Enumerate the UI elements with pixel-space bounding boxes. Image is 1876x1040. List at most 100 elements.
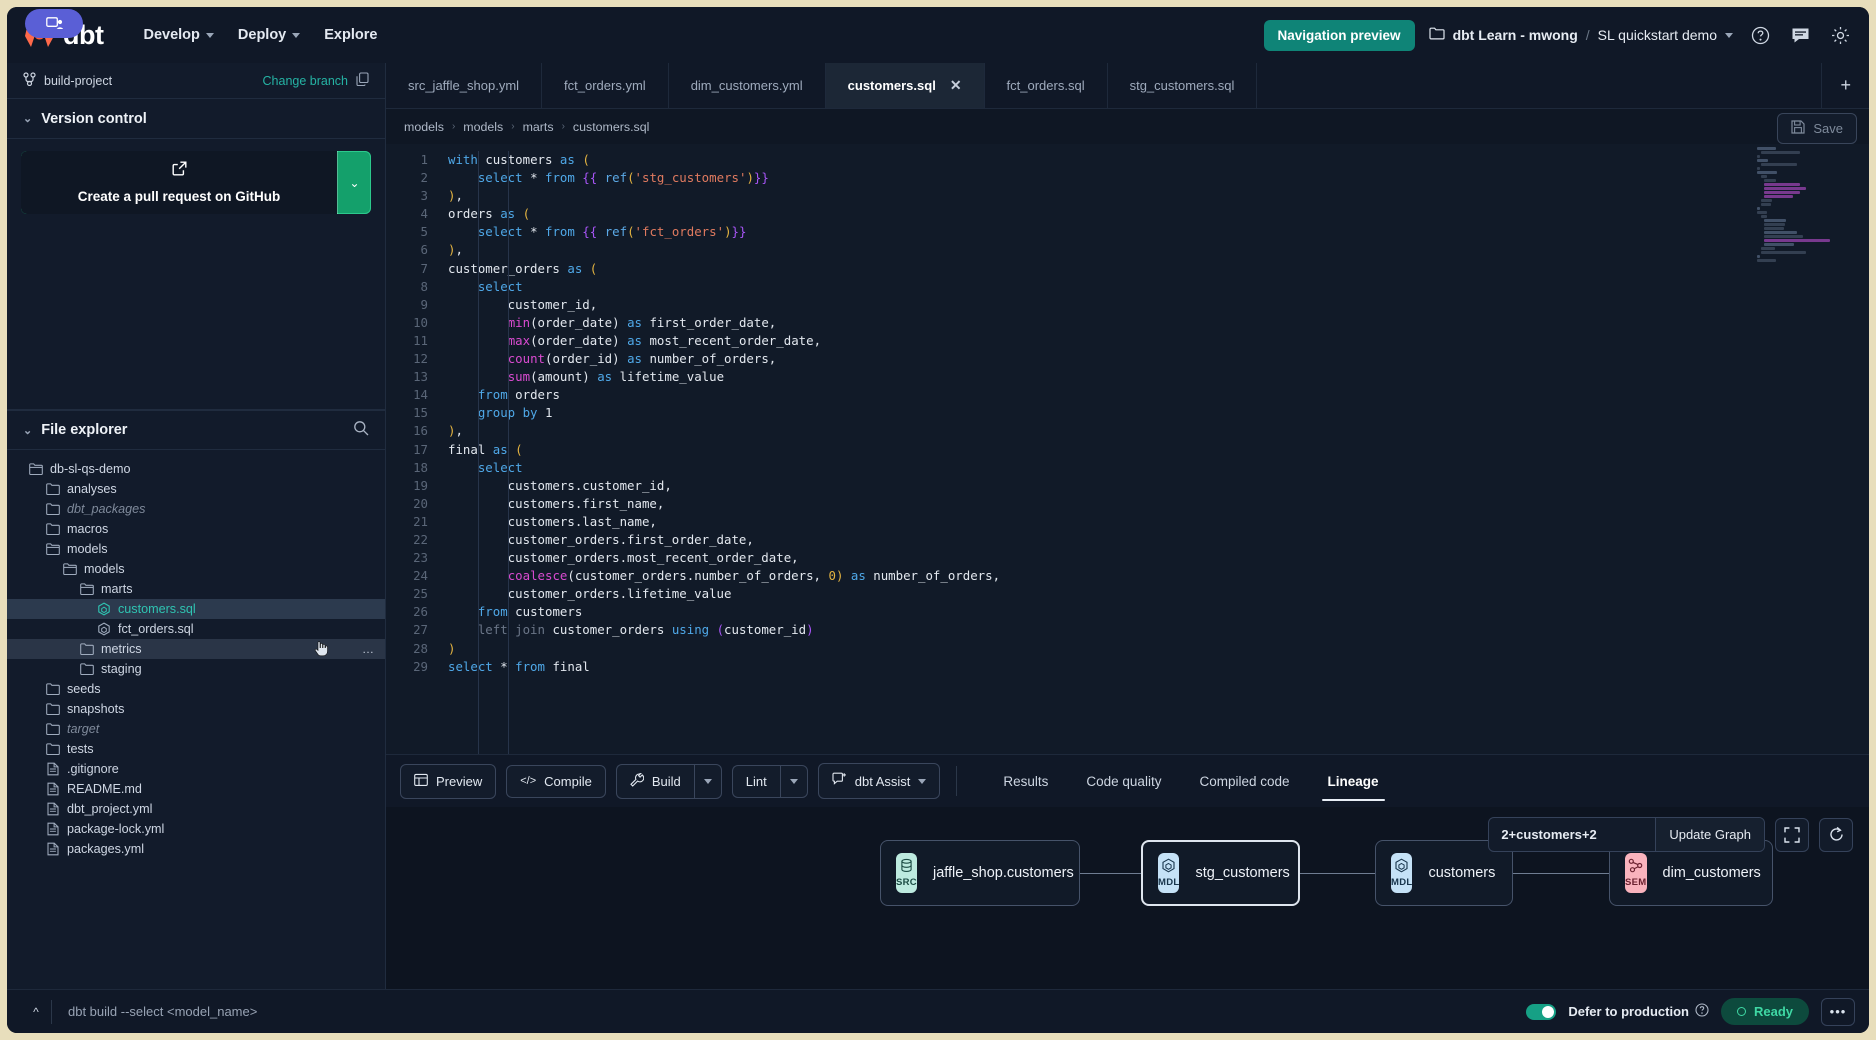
build-button-group[interactable]: Build xyxy=(616,764,722,799)
navigation-preview-button[interactable]: Navigation preview xyxy=(1264,20,1415,51)
file-explorer-header[interactable]: ⌄ File explorer xyxy=(7,410,385,450)
tree-item-tests[interactable]: tests xyxy=(7,739,385,759)
lineage-selector-input[interactable] xyxy=(1489,818,1655,851)
tree-item-target[interactable]: target xyxy=(7,719,385,739)
panel-tab-results[interactable]: Results xyxy=(987,755,1064,807)
tree-item-menu-button[interactable]: … xyxy=(362,642,375,656)
create-pull-request-dropdown[interactable]: ⌄ xyxy=(337,151,371,214)
tree-item-customers-sql[interactable]: customers.sql xyxy=(7,599,385,619)
code-line[interactable]: min(order_date) as first_order_date, xyxy=(448,314,1869,332)
editor-tab-customers-sql[interactable]: customers.sql✕ xyxy=(826,63,985,108)
chevron-up-icon[interactable]: ^ xyxy=(21,1005,51,1019)
help-icon[interactable] xyxy=(1747,22,1773,48)
code-line[interactable]: customer_orders as ( xyxy=(448,260,1869,278)
editor-tab-dim-customers-yml[interactable]: dim_customers.yml xyxy=(669,63,826,108)
code-line[interactable]: max(order_date) as most_recent_order_dat… xyxy=(448,332,1869,350)
code-line[interactable]: ), xyxy=(448,187,1869,205)
create-pull-request-main[interactable]: Create a pull request on GitHub xyxy=(21,151,337,214)
tree-item-seeds[interactable]: seeds xyxy=(7,679,385,699)
command-line-hint[interactable]: dbt build --select <model_name> xyxy=(51,1000,1526,1024)
tree-item-models[interactable]: models xyxy=(7,559,385,579)
create-pull-request-button[interactable]: Create a pull request on GitHub ⌄ xyxy=(21,151,371,214)
lineage-selector-group[interactable]: Update Graph xyxy=(1488,817,1765,852)
code-line[interactable]: from orders xyxy=(448,386,1869,404)
file-tree[interactable]: db-sl-qs-demoanalysesdbt_packagesmacrosm… xyxy=(7,450,385,989)
breadcrumb-item-2[interactable]: marts xyxy=(523,120,554,134)
tree-item-packages-yml[interactable]: packages.yml xyxy=(7,839,385,859)
change-branch-link[interactable]: Change branch xyxy=(263,74,348,88)
code-line[interactable]: select * from {{ ref('fct_orders')}} xyxy=(448,223,1869,241)
code-content[interactable]: with customers as ( select * from {{ ref… xyxy=(438,144,1869,754)
lineage-node-stg-customers[interactable]: MDLstg_customers xyxy=(1141,840,1300,906)
code-line[interactable]: select * from final xyxy=(448,658,1869,676)
tree-item-snapshots[interactable]: snapshots xyxy=(7,699,385,719)
panel-tabs[interactable]: ResultsCode qualityCompiled codeLineage xyxy=(987,755,1394,807)
tree-item-db-sl-qs-demo[interactable]: db-sl-qs-demo xyxy=(7,459,385,479)
lint-button[interactable]: Lint xyxy=(732,765,780,798)
panel-tab-compiled-code[interactable]: Compiled code xyxy=(1183,755,1305,807)
lineage-node-jaffle-shop-customers[interactable]: SRCjaffle_shop.customers xyxy=(880,840,1080,906)
editor-tab-fct-orders-yml[interactable]: fct_orders.yml xyxy=(542,63,669,108)
help-circle-icon[interactable] xyxy=(1695,1003,1709,1020)
panel-tab-code-quality[interactable]: Code quality xyxy=(1070,755,1177,807)
gear-icon[interactable] xyxy=(1827,22,1853,48)
more-options-button[interactable]: ••• xyxy=(1821,998,1855,1026)
code-line[interactable]: group by 1 xyxy=(448,404,1869,422)
tree-item-metrics[interactable]: metrics… xyxy=(7,639,385,659)
code-line[interactable]: with customers as ( xyxy=(448,151,1869,169)
preview-button[interactable]: Preview xyxy=(400,764,496,799)
nav-item-develop[interactable]: Develop xyxy=(131,19,225,51)
account-project-selector[interactable]: dbt Learn - mwong / SL quickstart demo xyxy=(1429,27,1733,43)
code-line[interactable]: final as ( xyxy=(448,441,1869,459)
tree-item-fct-orders-sql[interactable]: fct_orders.sql xyxy=(7,619,385,639)
code-line[interactable]: sum(amount) as lifetime_value xyxy=(448,368,1869,386)
search-icon[interactable] xyxy=(353,420,369,440)
tree-item-staging[interactable]: staging xyxy=(7,659,385,679)
tree-item-dbt-project-yml[interactable]: dbt_project.yml xyxy=(7,799,385,819)
breadcrumb-item-0[interactable]: models xyxy=(404,120,444,134)
code-line[interactable]: customers.last_name, xyxy=(448,513,1869,531)
code-line[interactable]: customer_orders.first_order_date, xyxy=(448,531,1869,549)
new-tab-button[interactable]: + xyxy=(1822,63,1869,108)
code-line[interactable]: ), xyxy=(448,422,1869,440)
defer-to-production-toggle[interactable] xyxy=(1526,1004,1556,1020)
editor-tab-stg-customers-sql[interactable]: stg_customers.sql xyxy=(1108,63,1258,108)
code-line[interactable]: customers.first_name, xyxy=(448,495,1869,513)
code-line[interactable]: customer_orders.most_recent_order_date, xyxy=(448,549,1869,567)
editor-tab-bar[interactable]: src_jaffle_shop.ymlfct_orders.ymldim_cus… xyxy=(386,63,1869,109)
build-button[interactable]: Build xyxy=(616,764,694,799)
lint-dropdown[interactable] xyxy=(780,765,808,798)
code-line[interactable]: customers.customer_id, xyxy=(448,477,1869,495)
refresh-icon[interactable] xyxy=(1819,818,1853,852)
tree-item-dbt-packages[interactable]: dbt_packages xyxy=(7,499,385,519)
feedback-icon[interactable] xyxy=(1787,22,1813,48)
lineage-graph[interactable]: Update Graph SRCjaffle_shop.customers MDL… xyxy=(386,807,1869,989)
compile-button[interactable]: </> Compile xyxy=(506,765,606,798)
code-line[interactable]: left join customer_orders using (custome… xyxy=(448,621,1869,639)
code-line[interactable]: count(order_id) as number_of_orders, xyxy=(448,350,1869,368)
code-line[interactable]: from customers xyxy=(448,603,1869,621)
breadcrumb-item-3[interactable]: customers.sql xyxy=(573,120,649,134)
tree-item-readme-md[interactable]: README.md xyxy=(7,779,385,799)
save-button[interactable]: Save xyxy=(1777,113,1857,144)
panel-tab-lineage[interactable]: Lineage xyxy=(1312,755,1395,807)
lint-button-group[interactable]: Lint xyxy=(732,765,808,798)
tree-item-macros[interactable]: macros xyxy=(7,519,385,539)
code-line[interactable]: ), xyxy=(448,241,1869,259)
breadcrumb-item-1[interactable]: models xyxy=(463,120,503,134)
close-icon[interactable]: ✕ xyxy=(950,77,962,94)
fullscreen-icon[interactable] xyxy=(1775,818,1809,852)
nav-item-explore[interactable]: Explore xyxy=(312,19,389,51)
tree-item--gitignore[interactable]: .gitignore xyxy=(7,759,385,779)
code-line[interactable]: orders as ( xyxy=(448,205,1869,223)
code-line[interactable]: customer_id, xyxy=(448,296,1869,314)
code-editor[interactable]: 1234567891011121314151617181920212223242… xyxy=(386,144,1869,754)
tree-item-marts[interactable]: marts xyxy=(7,579,385,599)
update-graph-button[interactable]: Update Graph xyxy=(1655,818,1764,851)
tree-item-package-lock-yml[interactable]: package-lock.yml xyxy=(7,819,385,839)
build-dropdown[interactable] xyxy=(694,764,722,799)
code-line[interactable]: select * from {{ ref('stg_customers')}} xyxy=(448,169,1869,187)
tree-item-analyses[interactable]: analyses xyxy=(7,479,385,499)
editor-tab-fct-orders-sql[interactable]: fct_orders.sql xyxy=(985,63,1108,108)
tree-item-models[interactable]: models xyxy=(7,539,385,559)
